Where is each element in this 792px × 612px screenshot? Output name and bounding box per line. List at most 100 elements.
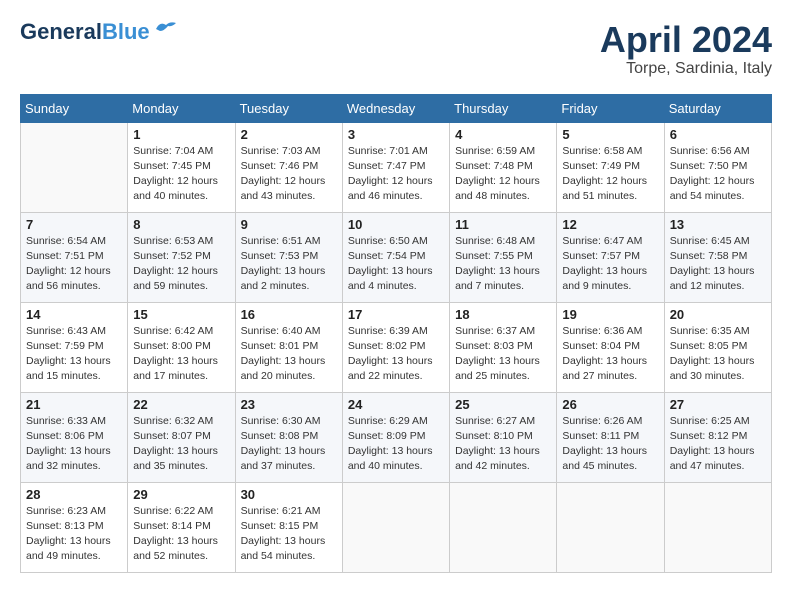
day-number: 19 [562, 307, 658, 322]
calendar-cell: 29Sunrise: 6:22 AMSunset: 8:14 PMDayligh… [128, 482, 235, 572]
day-detail: Sunrise: 6:26 AMSunset: 8:11 PMDaylight:… [562, 414, 658, 475]
day-detail: Sunrise: 6:51 AMSunset: 7:53 PMDaylight:… [241, 234, 337, 295]
day-number: 3 [348, 127, 444, 142]
day-number: 5 [562, 127, 658, 142]
calendar-week-row: 7Sunrise: 6:54 AMSunset: 7:51 PMDaylight… [21, 212, 772, 302]
location: Torpe, Sardinia, Italy [600, 60, 772, 78]
calendar-cell: 7Sunrise: 6:54 AMSunset: 7:51 PMDaylight… [21, 212, 128, 302]
day-number: 24 [348, 397, 444, 412]
day-detail: Sunrise: 6:45 AMSunset: 7:58 PMDaylight:… [670, 234, 766, 295]
page-header: GeneralBlue April 2024 Torpe, Sardinia, … [20, 20, 772, 78]
logo: GeneralBlue [20, 20, 178, 44]
day-number: 26 [562, 397, 658, 412]
day-number: 15 [133, 307, 229, 322]
calendar-cell [21, 122, 128, 212]
day-detail: Sunrise: 6:23 AMSunset: 8:13 PMDaylight:… [26, 504, 122, 565]
day-detail: Sunrise: 6:39 AMSunset: 8:02 PMDaylight:… [348, 324, 444, 385]
calendar-cell: 8 Sunrise: 6:53 AMSunset: 7:52 PMDaylight… [128, 212, 235, 302]
calendar-cell [450, 482, 557, 572]
day-header-wednesday: Wednesday [342, 94, 449, 122]
calendar-cell: 17 Sunrise: 6:39 AMSunset: 8:02 PMDayligh… [342, 302, 449, 392]
calendar-week-row: 21 Sunrise: 6:33 AMSunset: 8:06 PMDayligh… [21, 392, 772, 482]
day-detail: Sunrise: 6:36 AMSunset: 8:04 PMDaylight:… [562, 324, 658, 385]
day-detail: Sunrise: 6:33 AMSunset: 8:06 PMDaylight:… [26, 414, 122, 475]
day-number: 10 [348, 217, 444, 232]
day-number: 4 [455, 127, 551, 142]
day-number: 13 [670, 217, 766, 232]
day-detail: Sunrise: 6:48 AMSunset: 7:55 PMDaylight:… [455, 234, 551, 295]
day-detail: Sunrise: 6:22 AMSunset: 8:14 PMDaylight:… [133, 504, 229, 565]
day-number: 8 [133, 217, 229, 232]
calendar-table: SundayMondayTuesdayWednesdayThursdayFrid… [20, 94, 772, 573]
day-detail: Sunrise: 6:30 AMSunset: 8:08 PMDaylight:… [241, 414, 337, 475]
calendar-cell: 1Sunrise: 7:04 AMSunset: 7:45 PMDaylight… [128, 122, 235, 212]
calendar-cell: 6Sunrise: 6:56 AMSunset: 7:50 PMDaylight… [664, 122, 771, 212]
day-detail: Sunrise: 6:54 AMSunset: 7:51 PMDaylight:… [26, 234, 122, 295]
day-number: 22 [133, 397, 229, 412]
day-number: 17 [348, 307, 444, 322]
calendar-cell: 24 Sunrise: 6:29 AMSunset: 8:09 PMDayligh… [342, 392, 449, 482]
calendar-cell: 13 Sunrise: 6:45 AMSunset: 7:58 PMDayligh… [664, 212, 771, 302]
day-header-tuesday: Tuesday [235, 94, 342, 122]
calendar-week-row: 1Sunrise: 7:04 AMSunset: 7:45 PMDaylight… [21, 122, 772, 212]
day-header-friday: Friday [557, 94, 664, 122]
calendar-cell: 5 Sunrise: 6:58 AMSunset: 7:49 PMDaylight… [557, 122, 664, 212]
day-detail: Sunrise: 6:27 AMSunset: 8:10 PMDaylight:… [455, 414, 551, 475]
calendar-cell: 10Sunrise: 6:50 AMSunset: 7:54 PMDayligh… [342, 212, 449, 302]
day-number: 21 [26, 397, 122, 412]
day-detail: Sunrise: 6:59 AMSunset: 7:48 PMDaylight:… [455, 144, 551, 205]
day-detail: Sunrise: 6:29 AMSunset: 8:09 PMDaylight:… [348, 414, 444, 475]
calendar-cell: 19 Sunrise: 6:36 AMSunset: 8:04 PMDayligh… [557, 302, 664, 392]
day-number: 14 [26, 307, 122, 322]
calendar-cell: 9 Sunrise: 6:51 AMSunset: 7:53 PMDaylight… [235, 212, 342, 302]
calendar-cell: 12 Sunrise: 6:47 AMSunset: 7:57 PMDayligh… [557, 212, 664, 302]
calendar-week-row: 28 Sunrise: 6:23 AMSunset: 8:13 PMDayligh… [21, 482, 772, 572]
day-detail: Sunrise: 6:32 AMSunset: 8:07 PMDaylight:… [133, 414, 229, 475]
day-number: 9 [241, 217, 337, 232]
day-detail: Sunrise: 6:42 AMSunset: 8:00 PMDaylight:… [133, 324, 229, 385]
calendar-cell: 3 Sunrise: 7:01 AMSunset: 7:47 PMDaylight… [342, 122, 449, 212]
day-number: 1 [133, 127, 229, 142]
day-detail: Sunrise: 6:37 AMSunset: 8:03 PMDaylight:… [455, 324, 551, 385]
calendar-cell: 23 Sunrise: 6:30 AMSunset: 8:08 PMDayligh… [235, 392, 342, 482]
day-number: 20 [670, 307, 766, 322]
bird-icon [154, 19, 178, 37]
day-detail: Sunrise: 7:01 AMSunset: 7:47 PMDaylight:… [348, 144, 444, 205]
day-detail: Sunrise: 6:47 AMSunset: 7:57 PMDaylight:… [562, 234, 658, 295]
day-detail: Sunrise: 6:43 AMSunset: 7:59 PMDaylight:… [26, 324, 122, 385]
calendar-cell: 14 Sunrise: 6:43 AMSunset: 7:59 PMDayligh… [21, 302, 128, 392]
month-title: April 2024 [600, 20, 772, 60]
day-number: 23 [241, 397, 337, 412]
day-header-saturday: Saturday [664, 94, 771, 122]
day-number: 16 [241, 307, 337, 322]
calendar-cell: 27Sunrise: 6:25 AMSunset: 8:12 PMDayligh… [664, 392, 771, 482]
calendar-cell: 11Sunrise: 6:48 AMSunset: 7:55 PMDayligh… [450, 212, 557, 302]
calendar-cell [342, 482, 449, 572]
day-detail: Sunrise: 6:21 AMSunset: 8:15 PMDaylight:… [241, 504, 337, 565]
calendar-cell: 25Sunrise: 6:27 AMSunset: 8:10 PMDayligh… [450, 392, 557, 482]
calendar-cell: 22 Sunrise: 6:32 AMSunset: 8:07 PMDayligh… [128, 392, 235, 482]
day-detail: Sunrise: 6:40 AMSunset: 8:01 PMDaylight:… [241, 324, 337, 385]
day-number: 12 [562, 217, 658, 232]
day-detail: Sunrise: 6:25 AMSunset: 8:12 PMDaylight:… [670, 414, 766, 475]
calendar-cell: 18 Sunrise: 6:37 AMSunset: 8:03 PMDayligh… [450, 302, 557, 392]
day-number: 30 [241, 487, 337, 502]
title-area: April 2024 Torpe, Sardinia, Italy [600, 20, 772, 78]
day-detail: Sunrise: 6:56 AMSunset: 7:50 PMDaylight:… [670, 144, 766, 205]
day-detail: Sunrise: 6:58 AMSunset: 7:49 PMDaylight:… [562, 144, 658, 205]
logo-text: GeneralBlue [20, 20, 150, 44]
calendar-cell: 30 Sunrise: 6:21 AMSunset: 8:15 PMDayligh… [235, 482, 342, 572]
day-detail: Sunrise: 6:53 AMSunset: 7:52 PMDaylight:… [133, 234, 229, 295]
calendar-cell: 28 Sunrise: 6:23 AMSunset: 8:13 PMDayligh… [21, 482, 128, 572]
calendar-body: 1Sunrise: 7:04 AMSunset: 7:45 PMDaylight… [21, 122, 772, 572]
calendar-cell: 26 Sunrise: 6:26 AMSunset: 8:11 PMDayligh… [557, 392, 664, 482]
calendar-cell [664, 482, 771, 572]
calendar-cell: 16 Sunrise: 6:40 AMSunset: 8:01 PMDayligh… [235, 302, 342, 392]
day-number: 18 [455, 307, 551, 322]
calendar-cell: 2Sunrise: 7:03 AMSunset: 7:46 PMDaylight… [235, 122, 342, 212]
calendar-cell [557, 482, 664, 572]
day-header-thursday: Thursday [450, 94, 557, 122]
day-number: 28 [26, 487, 122, 502]
calendar-cell: 20Sunrise: 6:35 AMSunset: 8:05 PMDayligh… [664, 302, 771, 392]
calendar-cell: 15 Sunrise: 6:42 AMSunset: 8:00 PMDayligh… [128, 302, 235, 392]
